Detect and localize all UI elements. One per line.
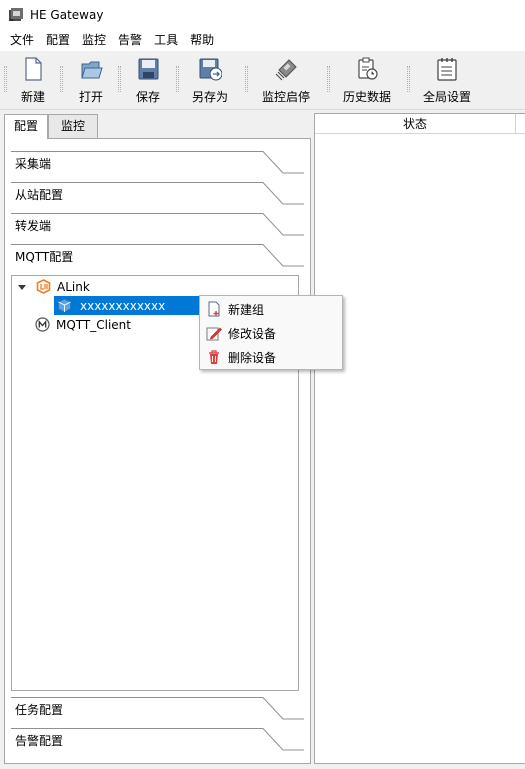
save-as-icon bbox=[199, 58, 222, 81]
mqtt-m-icon bbox=[35, 317, 50, 332]
tree-node-alink-child[interactable]: xxxxxxxxxxxx bbox=[54, 296, 200, 315]
alink-icon bbox=[36, 279, 51, 294]
open-button[interactable]: 打开 bbox=[76, 56, 106, 106]
new-group-icon bbox=[208, 301, 220, 317]
menu-config[interactable]: 配置 bbox=[40, 30, 76, 51]
section-collect[interactable]: 采集端 bbox=[11, 151, 304, 182]
status-table-header: 状态 bbox=[315, 114, 525, 134]
save-button-label: 保存 bbox=[135, 90, 160, 104]
column-separator[interactable] bbox=[515, 114, 516, 134]
new-button-label: 新建 bbox=[20, 90, 45, 104]
trash-icon bbox=[209, 350, 219, 364]
tree-node-mqtt-client-label: MQTT_Client bbox=[56, 317, 131, 332]
tree-node-alink-label: ALink bbox=[57, 279, 90, 294]
window-title: HE Gateway bbox=[30, 8, 104, 22]
toolbar-separator bbox=[118, 66, 121, 92]
save-icon bbox=[138, 58, 159, 80]
section-collect-border bbox=[11, 151, 304, 174]
new-button[interactable]: 新建 bbox=[18, 56, 48, 106]
menu-tools[interactable]: 工具 bbox=[148, 30, 184, 51]
toolbar-grip bbox=[4, 66, 7, 92]
section-collect-label: 采集端 bbox=[15, 157, 52, 171]
tree-node-alink[interactable]: ALink bbox=[12, 277, 298, 296]
section-task-config-label: 任务配置 bbox=[15, 703, 64, 717]
toolbar-separator bbox=[245, 66, 248, 92]
config-panel: 采集端 从站配置 转发端 MQTT配置 ALink xxxxxxxxxxxx M… bbox=[4, 138, 311, 764]
menu-item-edit-device-label: 修改设备 bbox=[228, 326, 277, 341]
app-icon bbox=[9, 8, 23, 21]
menu-item-new-group[interactable]: 新建组 bbox=[202, 298, 340, 320]
tab-monitor[interactable]: 监控 bbox=[48, 114, 98, 138]
menu-file[interactable]: 文件 bbox=[4, 30, 40, 51]
section-forward-border bbox=[11, 213, 304, 236]
monitor-start-stop-button[interactable]: 监控启停 bbox=[260, 56, 312, 106]
device-cube-icon bbox=[58, 298, 71, 313]
global-settings-label: 全局设置 bbox=[422, 90, 471, 104]
menu-alarm[interactable]: 告警 bbox=[112, 30, 148, 51]
toolbar-separator bbox=[327, 66, 330, 92]
toolbar-separator bbox=[407, 66, 410, 92]
menu-item-delete-device[interactable]: 删除设备 bbox=[202, 346, 340, 368]
settings-icon bbox=[437, 58, 457, 81]
section-slave-config[interactable]: 从站配置 bbox=[11, 182, 304, 213]
section-mqtt-config[interactable]: MQTT配置 bbox=[11, 244, 304, 275]
save-button[interactable]: 保存 bbox=[133, 56, 163, 106]
edit-icon bbox=[206, 327, 222, 341]
menu-help[interactable]: 帮助 bbox=[184, 30, 220, 51]
save-as-button[interactable]: 另存为 bbox=[190, 56, 230, 106]
section-slave-config-label: 从站配置 bbox=[15, 188, 64, 202]
status-panel: 状态 bbox=[314, 113, 525, 764]
bottom-edge bbox=[0, 765, 525, 769]
expand-arrow-icon[interactable] bbox=[17, 282, 27, 292]
tab-config[interactable]: 配置 bbox=[4, 114, 48, 139]
section-alarm-config[interactable]: 告警配置 bbox=[11, 728, 304, 759]
column-header-status[interactable]: 状态 bbox=[315, 114, 515, 134]
menu-monitor[interactable]: 监控 bbox=[76, 30, 112, 51]
open-button-label: 打开 bbox=[78, 90, 103, 104]
menu-item-delete-device-label: 删除设备 bbox=[228, 350, 277, 365]
menu-bar: 文件 配置 监控 告警 工具 帮助 bbox=[0, 30, 525, 51]
history-data-button[interactable]: 历史数据 bbox=[341, 56, 393, 106]
section-mqtt-config-label: MQTT配置 bbox=[15, 250, 74, 264]
history-data-label: 历史数据 bbox=[342, 90, 391, 104]
menu-item-new-group-label: 新建组 bbox=[228, 302, 265, 317]
new-file-icon bbox=[25, 57, 42, 81]
monitor-start-stop-label: 监控启停 bbox=[261, 90, 310, 104]
save-as-button-label: 另存为 bbox=[191, 90, 228, 104]
monitor-icon bbox=[275, 59, 297, 81]
global-settings-button[interactable]: 全局设置 bbox=[421, 56, 473, 106]
history-icon bbox=[358, 57, 378, 80]
section-forward[interactable]: 转发端 bbox=[11, 213, 304, 244]
toolbar: 新建 打开 保存 另存为 监控启停 历史数据 全局设置 bbox=[0, 52, 525, 110]
toolbar-separator bbox=[176, 66, 179, 92]
title-bar: HE Gateway bbox=[0, 0, 525, 30]
section-task-config[interactable]: 任务配置 bbox=[11, 697, 304, 728]
toolbar-separator bbox=[60, 66, 63, 92]
tree-node-alink-child-label: xxxxxxxxxxxx bbox=[80, 298, 166, 313]
context-menu: 新建组 修改设备 删除设备 bbox=[199, 295, 343, 370]
section-forward-label: 转发端 bbox=[15, 219, 52, 233]
open-folder-icon bbox=[81, 61, 103, 79]
section-alarm-config-label: 告警配置 bbox=[15, 734, 64, 748]
menu-item-edit-device[interactable]: 修改设备 bbox=[202, 322, 340, 344]
